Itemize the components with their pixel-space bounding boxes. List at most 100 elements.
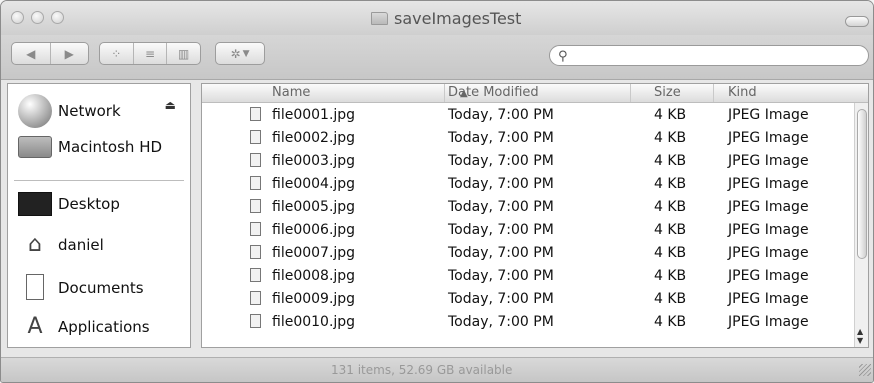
- resize-grip-icon[interactable]: [859, 364, 871, 376]
- minimize-window-button[interactable]: [31, 11, 44, 24]
- toolbar-toggle-button[interactable]: [845, 16, 869, 27]
- date-modified: Today, 7:00 PM: [448, 199, 554, 215]
- gear-icon: ✲: [230, 46, 241, 61]
- hard-drive-icon: [18, 136, 52, 158]
- folder-icon: [371, 11, 388, 25]
- back-forward-segment: ◀ ▶: [11, 42, 89, 65]
- date-modified: Today, 7:00 PM: [448, 176, 554, 192]
- table-row[interactable]: file0006.jpg Today, 7:00 PM 4 KB JPEG Image: [202, 218, 852, 241]
- forward-arrow-icon: ▶: [64, 46, 74, 61]
- date-modified: Today, 7:00 PM: [448, 291, 554, 307]
- window-title: saveImagesTest: [371, 8, 522, 28]
- column-divider: [444, 84, 445, 102]
- window-title-text: saveImagesTest: [394, 8, 522, 28]
- jpeg-file-icon: [250, 199, 261, 213]
- scrollbar-thumb[interactable]: [857, 109, 867, 259]
- action-menu-button[interactable]: ✲ ▼: [215, 42, 265, 65]
- file-size: 4 KB: [654, 153, 687, 169]
- jpeg-file-icon: [250, 130, 261, 144]
- file-kind: JPEG Image: [728, 222, 809, 238]
- table-row[interactable]: file0004.jpg Today, 7:00 PM 4 KB JPEG Image: [202, 172, 852, 195]
- sidebar-item-label: Macintosh HD: [58, 138, 163, 156]
- sidebar-item-label: Applications: [58, 318, 150, 336]
- back-arrow-icon: ◀: [26, 46, 36, 61]
- date-modified: Today, 7:00 PM: [448, 268, 554, 284]
- globe-icon: [18, 94, 52, 128]
- file-size: 4 KB: [654, 107, 687, 123]
- list-view-button[interactable]: ≡: [132, 43, 167, 64]
- applications-icon: A: [27, 314, 43, 339]
- column-view-icon: ▥: [178, 46, 190, 61]
- eject-icon[interactable]: ⏏: [165, 98, 176, 112]
- file-name: file0008.jpg: [272, 268, 356, 284]
- finder-window: saveImagesTest ◀ ▶ ⁘ ≡ ▥ ✲ ▼ ⚲ Network ⏏…: [0, 0, 874, 383]
- file-name: file0006.jpg: [272, 222, 356, 238]
- column-header-date[interactable]: Date Modified: [448, 85, 539, 100]
- sidebar-item-macintosh-hd[interactable]: Macintosh HD: [18, 136, 162, 158]
- file-size: 4 KB: [654, 268, 687, 284]
- chevron-down-icon: ▼: [242, 48, 250, 59]
- desktop-icon: [18, 192, 52, 216]
- sidebar-item-network[interactable]: Network: [18, 94, 121, 128]
- home-icon: ⌂: [28, 232, 42, 257]
- date-modified: Today, 7:00 PM: [448, 130, 554, 146]
- sidebar-item-desktop[interactable]: Desktop: [18, 192, 120, 216]
- file-kind: JPEG Image: [728, 153, 809, 169]
- vertical-scrollbar[interactable]: ▲ ▼: [854, 103, 868, 347]
- search-field[interactable]: ⚲: [549, 45, 869, 66]
- column-header-kind[interactable]: Kind: [728, 85, 757, 100]
- sidebar-item-label: daniel: [58, 236, 104, 254]
- column-view-button[interactable]: ▥: [166, 43, 200, 64]
- close-window-button[interactable]: [11, 11, 24, 24]
- file-size: 4 KB: [654, 314, 687, 330]
- forward-button[interactable]: ▶: [49, 43, 89, 64]
- table-row[interactable]: file0002.jpg Today, 7:00 PM 4 KB JPEG Image: [202, 126, 852, 149]
- jpeg-file-icon: [250, 176, 261, 190]
- file-kind: JPEG Image: [728, 176, 809, 192]
- table-row[interactable]: file0009.jpg Today, 7:00 PM 4 KB JPEG Image: [202, 287, 852, 310]
- column-divider: [630, 84, 631, 102]
- document-icon: [18, 274, 52, 302]
- sidebar-item-documents[interactable]: Documents: [18, 274, 144, 302]
- table-row[interactable]: file0007.jpg Today, 7:00 PM 4 KB JPEG Image: [202, 241, 852, 264]
- date-modified: Today, 7:00 PM: [448, 153, 554, 169]
- file-name: file0003.jpg: [272, 153, 356, 169]
- sidebar: Network ⏏ Macintosh HD Desktop ⌂ daniel …: [7, 83, 191, 348]
- jpeg-file-icon: [250, 153, 261, 167]
- jpeg-file-icon: [250, 245, 261, 259]
- file-name: file0005.jpg: [272, 199, 356, 215]
- date-modified: Today, 7:00 PM: [448, 314, 554, 330]
- table-row[interactable]: file0010.jpg Today, 7:00 PM 4 KB JPEG Image: [202, 310, 852, 333]
- sidebar-divider: [14, 180, 184, 181]
- file-rows: file0001.jpg Today, 7:00 PM 4 KB JPEG Image…: [202, 103, 852, 333]
- file-name: file0010.jpg: [272, 314, 356, 330]
- file-size: 4 KB: [654, 199, 687, 215]
- file-kind: JPEG Image: [728, 199, 809, 215]
- table-row[interactable]: file0003.jpg Today, 7:00 PM 4 KB JPEG Image: [202, 149, 852, 172]
- sidebar-item-label: Network: [58, 102, 121, 120]
- file-kind: JPEG Image: [728, 314, 809, 330]
- status-text: 131 items, 52.69 GB available: [331, 363, 513, 377]
- icon-view-button[interactable]: ⁘: [100, 43, 133, 64]
- search-input[interactable]: [574, 47, 864, 66]
- file-name: file0001.jpg: [272, 107, 356, 123]
- sidebar-item-applications[interactable]: A Applications: [18, 314, 150, 340]
- file-name: file0002.jpg: [272, 130, 356, 146]
- table-row[interactable]: file0001.jpg Today, 7:00 PM 4 KB JPEG Image: [202, 103, 852, 126]
- scroll-arrows[interactable]: ▲ ▼: [857, 327, 863, 345]
- zoom-window-button[interactable]: [51, 11, 64, 24]
- table-row[interactable]: file0008.jpg Today, 7:00 PM 4 KB JPEG Image: [202, 264, 852, 287]
- column-header-size[interactable]: Size: [654, 85, 681, 100]
- sidebar-item-daniel[interactable]: ⌂ daniel: [18, 232, 104, 258]
- table-row[interactable]: file0005.jpg Today, 7:00 PM 4 KB JPEG Image: [202, 195, 852, 218]
- list-view-icon: ≡: [144, 46, 156, 61]
- back-button[interactable]: ◀: [12, 43, 50, 64]
- search-icon: ⚲: [558, 49, 568, 64]
- file-kind: JPEG Image: [728, 130, 809, 146]
- file-size: 4 KB: [654, 176, 687, 192]
- column-header-name[interactable]: Name: [272, 85, 310, 100]
- column-header-bar: Name ▲ Date Modified Size Kind: [202, 84, 868, 103]
- file-name: file0007.jpg: [272, 245, 356, 261]
- file-list: Name ▲ Date Modified Size Kind file0001.…: [201, 83, 869, 348]
- sidebar-item-label: Documents: [58, 279, 144, 297]
